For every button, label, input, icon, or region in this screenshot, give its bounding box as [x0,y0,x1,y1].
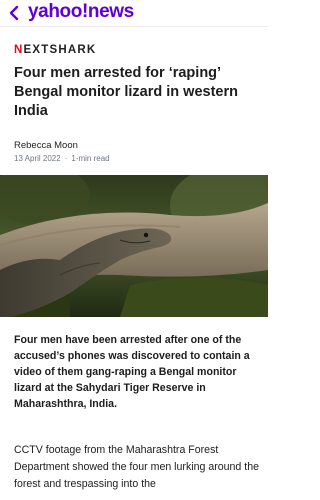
top-bar: yahoo!news [0,0,268,27]
article-paragraph: CCTV footage from the Maharashtra Forest… [14,444,259,490]
publish-date: 13 April 2022 [14,154,61,163]
meta-separator: · [64,154,68,163]
article-headline: Four men arrested for ‘raping’ Bengal mo… [14,65,238,119]
chevron-left-icon[interactable] [6,3,24,23]
yahoo-news-logo[interactable]: yahoo!news [28,1,134,23]
publisher-name: EXTSHARK [23,44,97,56]
publisher-initial: N [14,44,24,56]
logo-text: yahoo [28,1,82,22]
article-meta: 13 April 2022 · 1-min read [14,154,110,163]
publisher-logo[interactable]: NEXTSHARK [14,44,96,56]
author-name[interactable]: Rebecca Moon [14,140,78,151]
read-time: 1-min read [71,154,110,163]
logo-suffix: news [87,1,134,22]
monitor-lizard-photo[interactable] [0,175,268,317]
article-lede: Four men have been arrested after one of… [14,334,250,410]
hero-image [0,175,268,317]
